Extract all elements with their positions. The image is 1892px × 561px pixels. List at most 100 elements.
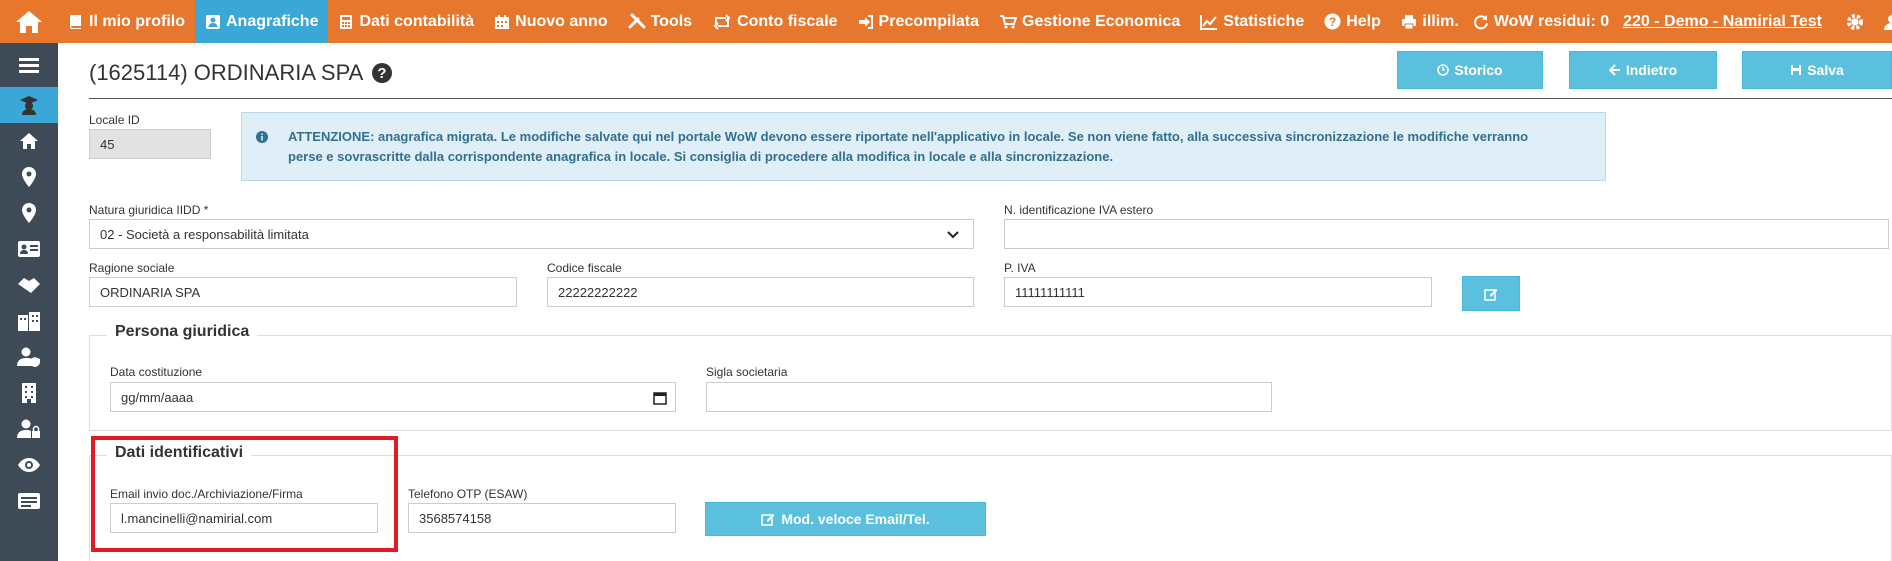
nav-item-label: Precompilata: [878, 12, 980, 30]
home-button[interactable]: [0, 0, 58, 43]
iva-estero-label: N. identificazione IVA estero: [1004, 203, 1154, 217]
info-icon: [256, 131, 268, 143]
sidebar-item-location-2[interactable]: [0, 195, 58, 231]
nav-item-help[interactable]: ? Help: [1314, 0, 1391, 43]
nav-item-precompilata[interactable]: Precompilata: [848, 0, 989, 43]
sign-in-icon: [858, 14, 873, 29]
sidebar: [0, 43, 58, 561]
sidebar-menu-toggle[interactable]: [0, 43, 58, 87]
nav-item-label: Nuovo anno: [515, 12, 608, 30]
demo-account-link[interactable]: 220 - Demo - Namirial Test: [1623, 13, 1822, 31]
indietro-button[interactable]: Indietro: [1569, 51, 1717, 89]
nav-item-gestione-economica[interactable]: Gestione Economica: [989, 0, 1190, 43]
chevron-down-icon: [947, 231, 959, 239]
locale-id-field: 45: [89, 129, 211, 159]
calendar-icon: [495, 14, 510, 29]
data-costituzione-label: Data costituzione: [110, 365, 203, 379]
gear-icon[interactable]: [1846, 13, 1864, 31]
page-title-text: (1625114) ORDINARIA SPA: [89, 60, 364, 85]
sidebar-item-handshake[interactable]: [0, 267, 58, 303]
edit-p-iva-button[interactable]: [1462, 276, 1520, 311]
wow-label: WoW residui: 0: [1493, 12, 1610, 30]
sidebar-item-building[interactable]: [0, 375, 58, 411]
nav-item-dati-contabilita[interactable]: Dati contabilità: [328, 0, 484, 43]
nav-item-anagrafiche[interactable]: Anagrafiche: [195, 0, 329, 43]
data-costituzione-input[interactable]: gg/mm/aaaa: [110, 382, 676, 412]
alert-bold: ATTENZIONE:: [288, 129, 375, 144]
book-icon: [70, 14, 81, 29]
chart-icon: [1200, 14, 1218, 30]
nav-item-label: Anagrafiche: [226, 12, 319, 30]
sidebar-item-buildings[interactable]: [0, 303, 58, 339]
sidebar-item-eye[interactable]: [0, 447, 58, 483]
map-marker-icon: [22, 203, 36, 223]
user-lock-icon: [17, 419, 40, 438]
mod-veloce-button[interactable]: Mod. veloce Email/Tel.: [705, 502, 986, 536]
sidebar-item-graduate[interactable]: [0, 87, 58, 123]
nav-item-conto-fiscale[interactable]: Conto fiscale: [702, 0, 847, 43]
sigla-societaria-input[interactable]: [706, 382, 1272, 412]
nav-item-label: Il mio profilo: [89, 12, 185, 30]
locale-id-label: Locale ID: [89, 113, 140, 127]
natura-giuridica-value: 02 - Società a responsabilità limitata: [100, 226, 309, 242]
nav-item-statistiche[interactable]: Statistiche: [1190, 0, 1314, 43]
calendar-icon[interactable]: [653, 391, 667, 405]
page-title: (1625114) ORDINARIA SPA ?: [89, 60, 393, 86]
home-icon: [20, 133, 38, 149]
iva-estero-input[interactable]: [1004, 219, 1889, 249]
user-icon[interactable]: [1882, 13, 1892, 31]
nav-item-nuovo-anno[interactable]: Nuovo anno: [484, 0, 617, 43]
nav-item-label: Dati contabilità: [359, 12, 475, 30]
top-navbar: Il mio profilo Anagrafiche Dati contabil…: [0, 0, 1892, 43]
handshake-icon: [18, 278, 40, 293]
nav-item-label: Conto fiscale: [737, 12, 838, 30]
building-icon: [22, 383, 36, 403]
codice-fiscale-input[interactable]: 22222222222: [547, 277, 974, 307]
natura-giuridica-select[interactable]: 02 - Società a responsabilità limitata: [89, 219, 974, 249]
ragione-sociale-input[interactable]: ORDINARIA SPA: [89, 277, 517, 307]
sidebar-item-list[interactable]: [0, 483, 58, 519]
list-icon: [18, 493, 40, 509]
title-divider: [89, 98, 1892, 99]
wow-status[interactable]: WoW residui: 0: [1473, 13, 1609, 31]
date-placeholder: gg/mm/aaaa: [121, 389, 194, 405]
user-shield-icon: [17, 347, 40, 367]
id-card-icon: [18, 241, 40, 257]
svg-text:?: ?: [1329, 15, 1336, 29]
alert-line-2: perse e sovrascritte dalla corrispondent…: [288, 149, 1114, 164]
alert-text-1: anagrafica migrata. Le modifiche salvate…: [374, 129, 1529, 144]
nav-item-label: Statistiche: [1223, 12, 1305, 30]
highlight-box: [91, 436, 398, 552]
salva-label: Salva: [1807, 62, 1844, 78]
nav-item-label: Help: [1346, 12, 1381, 30]
printer-status[interactable]: illim.: [1401, 12, 1459, 31]
nav-item-profilo[interactable]: Il mio profilo: [58, 0, 195, 43]
calculator-icon: [340, 14, 353, 29]
sidebar-item-user-lock[interactable]: [0, 411, 58, 447]
sidebar-item-user-shield[interactable]: [0, 339, 58, 375]
nav-item-label: Gestione Economica: [1022, 12, 1181, 30]
save-icon: [1791, 65, 1802, 75]
user-card-icon: [206, 14, 220, 29]
persona-giuridica-legend: Persona giuridica: [107, 323, 258, 341]
storico-button[interactable]: Storico: [1397, 51, 1543, 89]
indietro-label: Indietro: [1625, 62, 1678, 78]
nav-item-tools[interactable]: Tools: [618, 0, 702, 43]
printer-label: illim.: [1422, 12, 1459, 30]
svg-text:?: ?: [378, 65, 387, 82]
sidebar-item-id-card[interactable]: [0, 231, 58, 267]
sidebar-item-location[interactable]: [0, 159, 58, 195]
printer-icon: [1402, 14, 1417, 29]
graduate-icon: [20, 96, 38, 115]
nav-item-label: Tools: [650, 12, 693, 30]
salva-button[interactable]: Salva: [1742, 51, 1892, 89]
sidebar-item-home[interactable]: [0, 123, 58, 159]
edit-icon: [1484, 288, 1498, 301]
p-iva-input[interactable]: 11111111111: [1004, 277, 1432, 307]
telefono-input[interactable]: 3568574158: [408, 503, 676, 533]
help-circle-icon[interactable]: ?: [371, 62, 393, 84]
migration-alert: ATTENZIONE: anagrafica migrata. Le modif…: [241, 112, 1606, 181]
tools-icon: [628, 13, 646, 28]
edit-icon: [761, 514, 775, 526]
question-icon: ?: [1324, 13, 1341, 30]
